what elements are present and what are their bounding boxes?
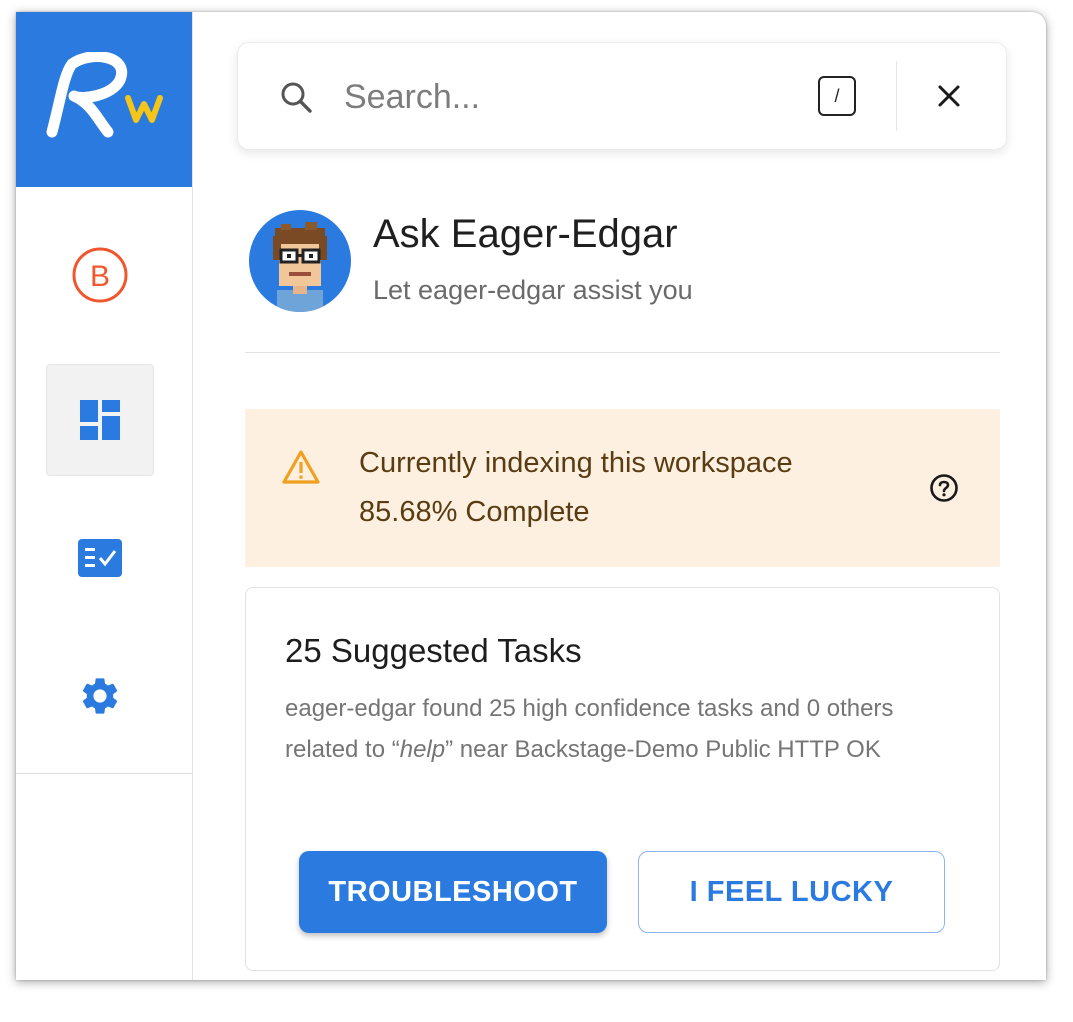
assistant-subtitle: Let eager-edgar assist you	[373, 275, 693, 305]
svg-text:B: B	[90, 260, 110, 293]
search-bar: /	[237, 42, 1007, 150]
dashboard-icon	[80, 400, 120, 440]
search-divider	[896, 61, 897, 131]
b-circle-icon: B	[72, 247, 128, 303]
help-circle-icon[interactable]	[929, 473, 959, 503]
assistant-avatar	[249, 210, 351, 312]
description-text-after: ” near Backstage-Demo Public HTTP OK	[445, 736, 881, 763]
search-query-text: help	[399, 736, 446, 763]
close-button[interactable]	[928, 75, 970, 117]
shortcut-key-hint: /	[818, 76, 856, 116]
task-list-icon	[78, 539, 122, 577]
indexing-alert: Currently indexing this workspace 85.68%…	[245, 409, 1000, 567]
suggested-tasks-card: 25 Suggested Tasks eager-edgar found 25 …	[245, 587, 1000, 971]
suggested-tasks-description: eager-edgar found 25 high confidence tas…	[285, 688, 965, 770]
sidebar-item-tasks[interactable]	[46, 502, 154, 614]
sidebar: B	[16, 12, 193, 980]
sidebar-divider	[16, 773, 192, 774]
suggested-tasks-title: 25 Suggested Tasks	[285, 632, 582, 669]
app-window: B Search... / Ask Eager-Edgar Let eager-…	[16, 12, 1046, 980]
app-logo[interactable]	[16, 12, 192, 187]
indexing-status-text: Currently indexing this workspace	[359, 447, 793, 479]
sidebar-item-settings[interactable]	[46, 640, 154, 752]
close-icon	[938, 85, 960, 107]
assistant-title: Ask Eager-Edgar	[373, 212, 678, 256]
sidebar-item-dashboard[interactable]	[46, 364, 154, 476]
search-input[interactable]	[342, 71, 786, 123]
i-feel-lucky-button[interactable]: I FEEL LUCKY	[638, 851, 945, 933]
indexing-progress-text: 85.68% Complete	[359, 496, 590, 528]
header-divider	[245, 352, 1000, 353]
troubleshoot-button[interactable]: TROUBLESHOOT	[299, 851, 607, 933]
search-icon	[281, 82, 312, 113]
rw-logo-icon	[46, 52, 163, 138]
sidebar-item-b[interactable]: B	[46, 219, 154, 331]
gear-icon	[82, 678, 118, 714]
warning-icon	[282, 450, 320, 484]
